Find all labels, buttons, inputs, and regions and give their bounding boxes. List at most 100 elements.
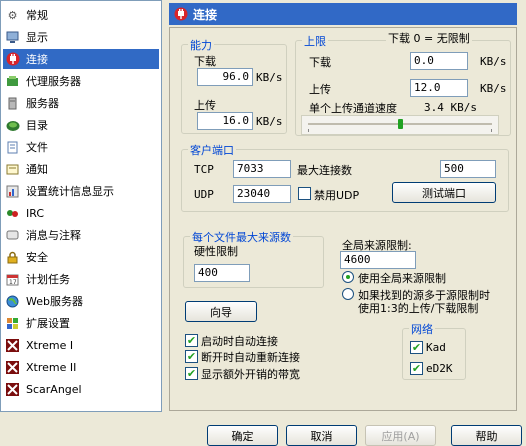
disable-udp-label: 禁用UDP	[314, 189, 360, 202]
svg-text:17: 17	[9, 279, 17, 286]
slider-tick	[491, 129, 492, 132]
unlimited-note: 下载 0 = 无限制	[386, 30, 472, 46]
sidebar-item-security[interactable]: 安全	[3, 247, 159, 267]
limit-download-label: 下载	[309, 56, 331, 69]
sidebar-item-display[interactable]: 显示	[3, 27, 159, 47]
sidebar-item-label: Web服务器	[26, 295, 83, 308]
sidebar-item-label: 目录	[26, 119, 48, 132]
slider-thumb[interactable]	[398, 119, 403, 129]
hard-limit-input[interactable]: 400	[194, 264, 250, 282]
connection-plug-icon	[174, 7, 188, 21]
sidebar-item-label: 显示	[26, 31, 48, 44]
disable-udp-checkbox[interactable]	[298, 187, 311, 200]
sidebar-item-connection[interactable]: 连接	[3, 49, 159, 69]
server-icon	[5, 96, 20, 111]
group-title: 客户端口	[188, 142, 236, 158]
statistics-icon	[5, 184, 20, 199]
sidebar-item-scarangel[interactable]: ScarAngel	[3, 379, 159, 399]
capacity-upload-label: 上传	[194, 99, 216, 112]
notification-icon	[5, 162, 20, 177]
udp-label: UDP	[194, 188, 214, 201]
ed2k-checkbox[interactable]: ✔	[410, 362, 423, 375]
limit-upload-input[interactable]: 12.0	[410, 79, 468, 97]
sidebar-item-label: Xtreme I	[26, 338, 74, 352]
tcp-port-input[interactable]: 7033	[233, 160, 291, 178]
file-icon	[5, 140, 20, 155]
sidebar-item-label: 扩展设置	[26, 317, 70, 330]
sidebar-item-label: 常规	[26, 9, 48, 22]
wizard-button[interactable]: 向导	[185, 301, 257, 322]
auto-connect-checkbox[interactable]: ✔	[185, 334, 198, 347]
test-port-button[interactable]: 测试端口	[392, 182, 496, 203]
lock-icon	[5, 250, 20, 265]
ed2k-label: eD2K	[426, 362, 453, 375]
global-source-limit-input[interactable]: 4600	[340, 251, 416, 269]
slider-tick	[308, 129, 309, 132]
options-tree[interactable]: ⚙ 常规 显示 连接 代理服务器 服务器 目录 文件 通知 设置统计信息显示 I…	[0, 0, 162, 412]
udp-port-input[interactable]: 23040	[233, 185, 291, 203]
sidebar-item-files[interactable]: 文件	[3, 137, 159, 157]
unit-label: KB/s	[256, 115, 283, 128]
sidebar-item-xtreme-2[interactable]: Xtreme II	[3, 357, 159, 377]
sidebar-item-label: 文件	[26, 141, 48, 154]
sidebar-item-proxy[interactable]: 代理服务器	[3, 71, 159, 91]
sidebar-item-messages[interactable]: 消息与注释	[3, 225, 159, 245]
sidebar-item-webserver[interactable]: Web服务器	[3, 291, 159, 311]
sidebar-item-label: 连接	[26, 53, 48, 66]
sidebar-item-label: 代理服务器	[26, 75, 81, 88]
page-title: 连接	[193, 7, 218, 22]
use-global-limit-label: 使用全局来源限制	[358, 272, 446, 285]
irc-icon	[5, 206, 20, 221]
sidebar-item-xtreme-1[interactable]: Xtreme I	[3, 335, 159, 355]
sidebar-item-label: Xtreme II	[26, 360, 77, 374]
sidebar-item-server[interactable]: 服务器	[3, 93, 159, 113]
sidebar-item-statistics[interactable]: 设置统计信息显示	[3, 181, 159, 201]
use-global-limit-radio[interactable]	[342, 271, 354, 283]
globe-icon	[5, 294, 20, 309]
monitor-icon	[5, 30, 20, 45]
sidebar-item-label: 服务器	[26, 97, 59, 110]
show-overhead-checkbox[interactable]: ✔	[185, 367, 198, 380]
ratio-limit-label-line2: 使用1:3的上传/下载限制	[358, 302, 479, 315]
apply-button[interactable]: 应用(A)	[365, 425, 436, 446]
auto-connect-label: 启动时自动连接	[201, 335, 278, 348]
connection-settings-panel: 能力 下载 96.0 KB/s 上传 16.0 KB/s 上限 下载 0 = 无…	[169, 27, 517, 411]
gear-icon: ⚙	[7, 8, 18, 22]
sidebar-item-extended[interactable]: 扩展设置	[3, 313, 159, 333]
sidebar-item-directories[interactable]: 目录	[3, 115, 159, 135]
folder-icon	[5, 118, 20, 133]
show-overhead-label: 显示额外开销的带宽	[201, 368, 300, 381]
cancel-button[interactable]: 取消	[286, 425, 357, 446]
kad-label: Kad	[426, 341, 446, 354]
kad-checkbox[interactable]: ✔	[410, 341, 423, 354]
capacity-download-input[interactable]: 96.0	[197, 68, 253, 86]
dialog-buttons: 确定 取消 应用(A) 帮助	[0, 412, 526, 446]
ok-button[interactable]: 确定	[207, 425, 278, 446]
sidebar-item-general[interactable]: ⚙ 常规	[3, 5, 159, 25]
unit-label: KB/s	[480, 55, 507, 68]
messages-icon	[5, 228, 20, 243]
limit-download-input[interactable]: 0.0	[410, 52, 468, 70]
sidebar-item-label: 消息与注释	[26, 229, 81, 242]
sidebar-item-notifications[interactable]: 通知	[3, 159, 159, 179]
capacity-upload-input[interactable]: 16.0	[197, 112, 253, 130]
sidebar-item-label: ScarAngel	[26, 382, 82, 396]
max-connections-input[interactable]: 500	[440, 160, 496, 178]
help-button[interactable]: 帮助	[451, 425, 522, 446]
sidebar-item-scheduler[interactable]: 17 计划任务	[3, 269, 159, 289]
upload-slot-slider[interactable]	[301, 115, 499, 135]
client-port-group: 客户端口 TCP 7033 最大连接数 500 UDP 23040 禁用UDP …	[181, 142, 509, 212]
xtreme-icon	[5, 382, 20, 397]
puzzle-icon	[5, 316, 20, 331]
sidebar-item-irc[interactable]: IRC	[3, 203, 159, 223]
network-group: 网络 ✔ Kad ✔ eD2K	[402, 321, 466, 380]
max-sources-group: 每个文件最大来源数 硬性限制 400	[183, 229, 324, 288]
sidebar-item-label: 通知	[26, 163, 48, 176]
ratio-limit-radio[interactable]	[342, 288, 354, 300]
group-title: 能力	[188, 37, 214, 53]
sidebar-item-label: 设置统计信息显示	[26, 185, 114, 198]
slot-speed-label: 单个上传通道速度	[309, 102, 397, 115]
auto-reconnect-checkbox[interactable]: ✔	[185, 350, 198, 363]
capacity-download-label: 下载	[194, 55, 216, 68]
capacity-group: 能力 下载 96.0 KB/s 上传 16.0 KB/s	[181, 37, 287, 134]
